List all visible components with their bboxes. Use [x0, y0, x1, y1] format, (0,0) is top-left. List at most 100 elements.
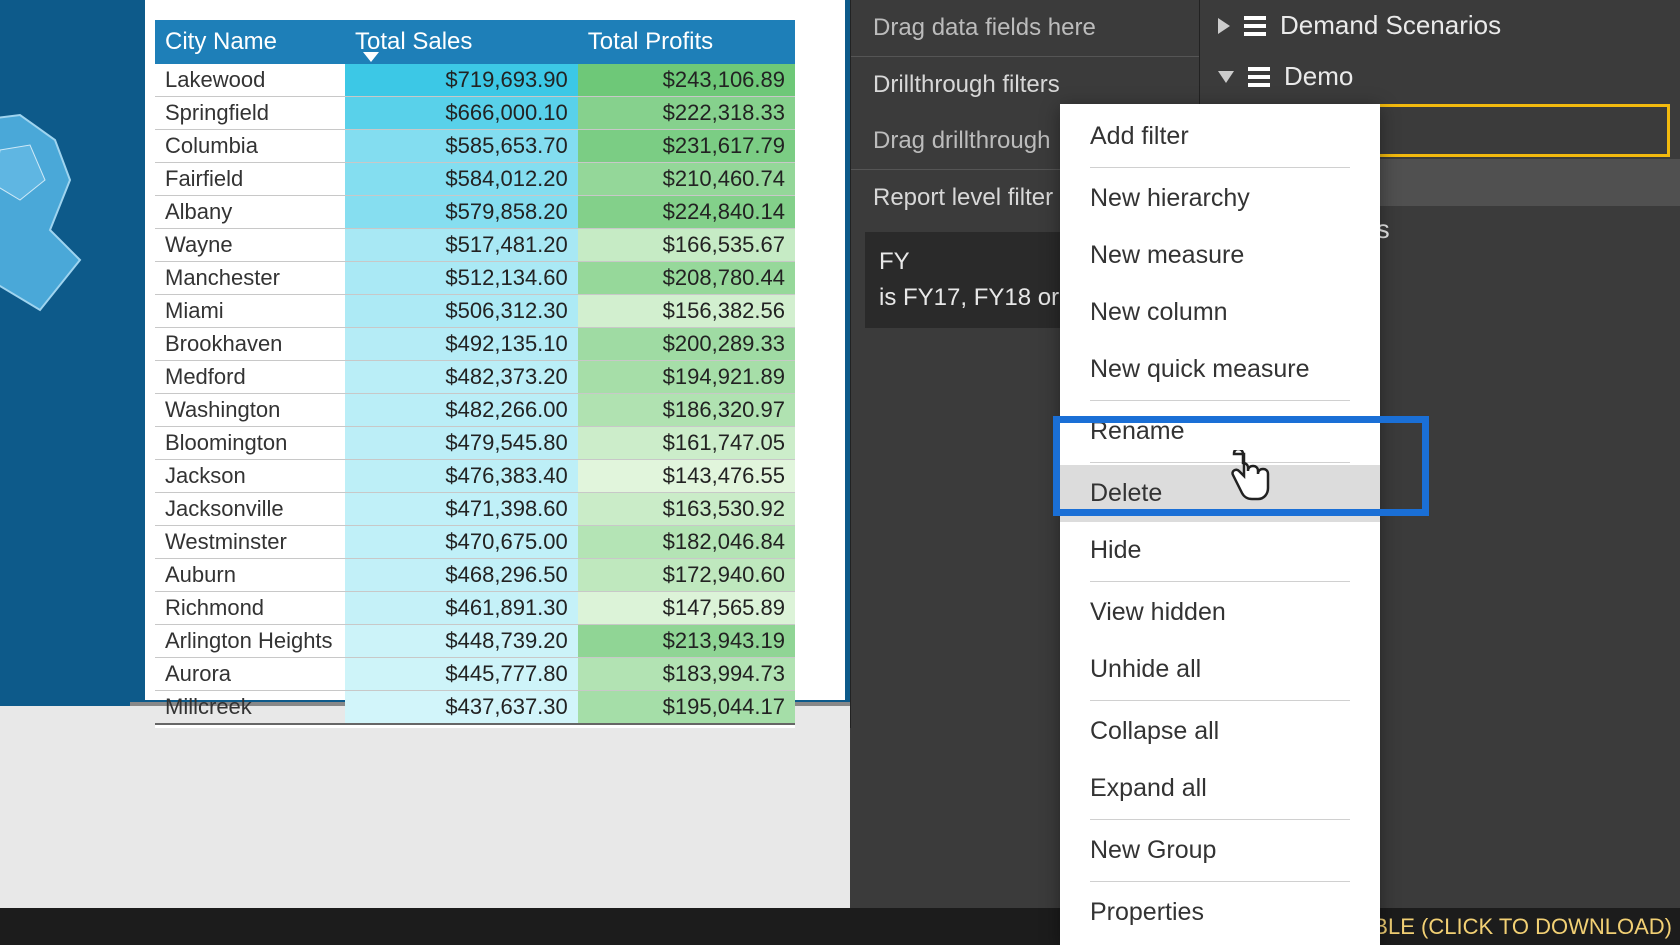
cell-sales: $719,693.90 — [345, 64, 578, 97]
cell-sales: $482,373.20 — [345, 361, 578, 394]
menu-separator — [1090, 167, 1350, 168]
cell-profit: $210,460.74 — [578, 163, 795, 196]
data-table: City Name Total Sales Total Profits Lake… — [155, 20, 795, 766]
table-row[interactable]: Miami$506,312.30$156,382.56 — [155, 295, 795, 328]
table-row[interactable]: Springfield$666,000.10$222,318.33 — [155, 97, 795, 130]
table-icon — [1244, 16, 1266, 36]
cell-profit: $172,940.60 — [578, 559, 795, 592]
cell-sales: $585,653.70 — [345, 130, 578, 163]
table-row[interactable]: Millcreek$437,637.30$195,044.17 — [155, 691, 795, 725]
cell-city: Westminster — [155, 526, 345, 559]
cell-city: Washington — [155, 394, 345, 427]
map-visual[interactable] — [0, 0, 130, 706]
cell-profit: $186,320.97 — [578, 394, 795, 427]
table-row[interactable]: Wayne$517,481.20$166,535.67 — [155, 229, 795, 262]
cell-city: Springfield — [155, 97, 345, 130]
table-row[interactable]: Jacksonville$471,398.60$163,530.92 — [155, 493, 795, 526]
cell-city: Auburn — [155, 559, 345, 592]
table-row[interactable]: Bloomington$479,545.80$161,747.05 — [155, 427, 795, 460]
menu-separator — [1090, 400, 1350, 401]
field-label: Demo — [1284, 61, 1353, 92]
table-node-demand-scenarios[interactable]: Demand Scenarios — [1200, 0, 1680, 51]
table-row[interactable]: Arlington Heights$448,739.20$213,943.19 — [155, 625, 795, 658]
col-sales[interactable]: Total Sales — [345, 20, 578, 64]
table-row[interactable]: Washington$482,266.00$186,320.97 — [155, 394, 795, 427]
status-bar: UPDATE AVAILABLE (CLICK TO DOWNLOAD) — [0, 908, 1680, 945]
cell-city: Wayne — [155, 229, 345, 262]
cell-profit: $213,943.19 — [578, 625, 795, 658]
ctx-hide[interactable]: Hide — [1060, 522, 1380, 579]
ctx-properties[interactable]: Properties — [1060, 884, 1380, 941]
map-icon — [0, 110, 100, 330]
cell-sales: $470,675.00 — [345, 526, 578, 559]
cell-city: Brookhaven — [155, 328, 345, 361]
cell-sales: $584,012.20 — [345, 163, 578, 196]
cell-sales: $666,000.10 — [345, 97, 578, 130]
cell-city: Albany — [155, 196, 345, 229]
table-row[interactable]: Aurora$445,777.80$183,994.73 — [155, 658, 795, 691]
cell-profit: $163,530.92 — [578, 493, 795, 526]
cell-city: Millcreek — [155, 691, 345, 725]
table-node-demo[interactable]: Demo — [1200, 51, 1680, 102]
ctx-new-hierarchy[interactable]: New hierarchy — [1060, 170, 1380, 227]
table-row[interactable]: Jackson$476,383.40$143,476.55 — [155, 460, 795, 493]
menu-separator — [1090, 462, 1350, 463]
ctx-new-measure[interactable]: New measure — [1060, 227, 1380, 284]
col-profits[interactable]: Total Profits — [578, 20, 795, 64]
cell-sales: $517,481.20 — [345, 229, 578, 262]
table-visual[interactable]: City Name Total Sales Total Profits Lake… — [145, 0, 845, 700]
table-icon — [1248, 67, 1270, 87]
ctx-delete[interactable]: Delete — [1060, 465, 1380, 522]
cell-sales: $506,312.30 — [345, 295, 578, 328]
visual-frame: City Name Total Sales Total Profits Lake… — [0, 0, 850, 706]
table-row[interactable]: Medford$482,373.20$194,921.89 — [155, 361, 795, 394]
cell-sales: $492,135.10 — [345, 328, 578, 361]
cell-sales: $461,891.30 — [345, 592, 578, 625]
ctx-view-hidden[interactable]: View hidden — [1060, 584, 1380, 641]
cell-city: Aurora — [155, 658, 345, 691]
cell-sales: $579,858.20 — [345, 196, 578, 229]
cell-profit: $183,994.73 — [578, 658, 795, 691]
table-row[interactable]: Columbia$585,653.70$231,617.79 — [155, 130, 795, 163]
cell-profit: $182,046.84 — [578, 526, 795, 559]
table-row[interactable]: Brookhaven$492,135.10$200,289.33 — [155, 328, 795, 361]
cell-profit: $231,617.79 — [578, 130, 795, 163]
ctx-new-column[interactable]: New column — [1060, 284, 1380, 341]
table-row[interactable]: Lakewood$719,693.90$243,106.89 — [155, 64, 795, 97]
table-row[interactable]: Auburn$468,296.50$172,940.60 — [155, 559, 795, 592]
ctx-add-filter[interactable]: Add filter — [1060, 108, 1380, 165]
cell-profit: $243,106.89 — [578, 64, 795, 97]
cell-city: Columbia — [155, 130, 345, 163]
cell-profit: $200,289.33 — [578, 328, 795, 361]
ctx-expand-all[interactable]: Expand all — [1060, 760, 1380, 817]
canvas-lower-bg — [0, 728, 850, 908]
table-row[interactable]: Albany$579,858.20$224,840.14 — [155, 196, 795, 229]
menu-separator — [1090, 881, 1350, 882]
cell-city: Miami — [155, 295, 345, 328]
ctx-rename[interactable]: Rename — [1060, 403, 1380, 460]
table-row[interactable]: Westminster$470,675.00$182,046.84 — [155, 526, 795, 559]
ctx-collapse-all[interactable]: Collapse all — [1060, 703, 1380, 760]
drag-fields-well[interactable]: Drag data fields here — [851, 0, 1199, 57]
cell-sales: $476,383.40 — [345, 460, 578, 493]
ctx-new-quick-measure[interactable]: New quick measure — [1060, 341, 1380, 398]
field-label: Demand Scenarios — [1280, 10, 1501, 41]
ctx-unhide-all[interactable]: Unhide all — [1060, 641, 1380, 698]
cell-sales: $479,545.80 — [345, 427, 578, 460]
table-row[interactable]: Manchester$512,134.60$208,780.44 — [155, 262, 795, 295]
col-city[interactable]: City Name — [155, 20, 345, 64]
cell-city: Medford — [155, 361, 345, 394]
field-context-menu: Add filter New hierarchy New measure New… — [1060, 104, 1380, 945]
table-row[interactable]: Richmond$461,891.30$147,565.89 — [155, 592, 795, 625]
cell-profit: $222,318.33 — [578, 97, 795, 130]
cell-city: Manchester — [155, 262, 345, 295]
cell-profit: $208,780.44 — [578, 262, 795, 295]
cell-sales: $445,777.80 — [345, 658, 578, 691]
menu-separator — [1090, 700, 1350, 701]
cell-sales: $448,739.20 — [345, 625, 578, 658]
cell-profit: $195,044.17 — [578, 691, 795, 725]
cell-profit: $194,921.89 — [578, 361, 795, 394]
ctx-new-group[interactable]: New Group — [1060, 822, 1380, 879]
chevron-right-icon — [1218, 18, 1230, 34]
table-row[interactable]: Fairfield$584,012.20$210,460.74 — [155, 163, 795, 196]
